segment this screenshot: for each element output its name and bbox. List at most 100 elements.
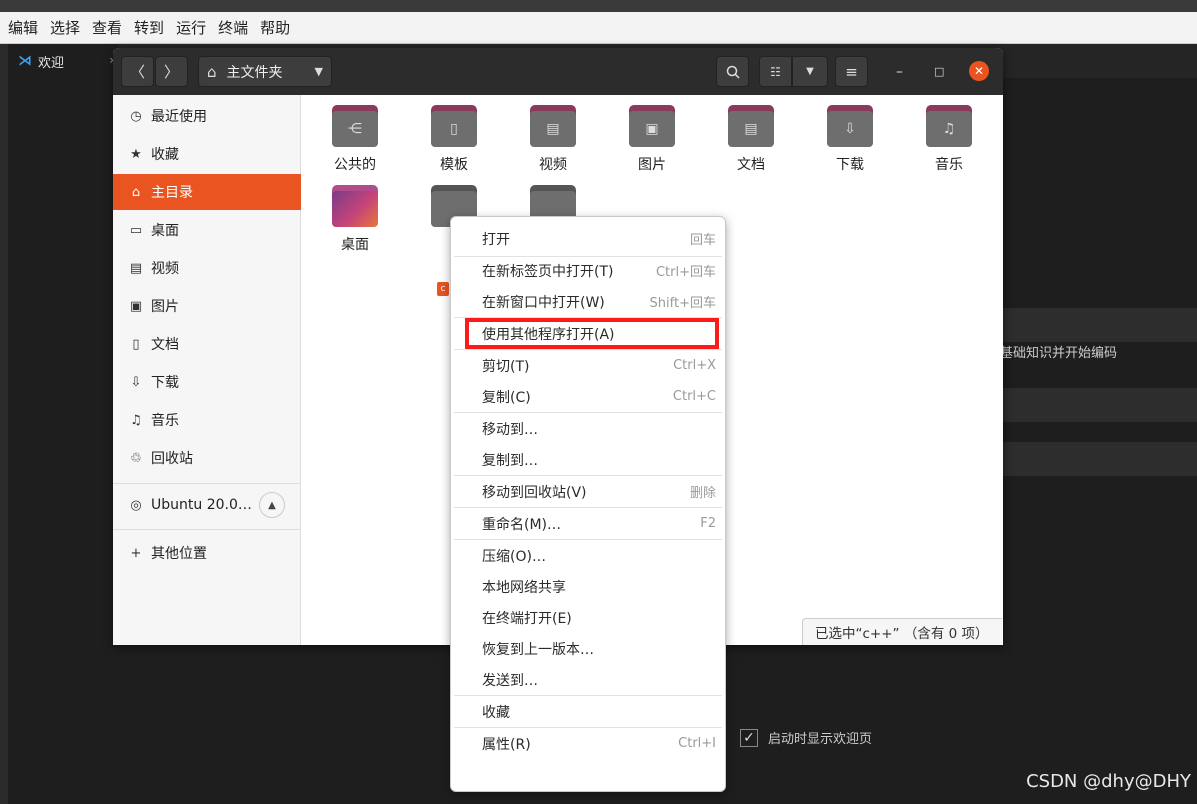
menu-item-rename[interactable]: 重命名(M)… F2	[451, 508, 725, 539]
document-icon: ▯	[132, 336, 140, 352]
sidebar-item-recent[interactable]: ◷ 最近使用	[113, 98, 301, 134]
path-bar-button[interactable]: ⌂ 主文件夹 ▼	[198, 56, 332, 87]
close-window-button[interactable]: ✕	[969, 61, 989, 81]
menu-item-copy-to[interactable]: 复制到…	[451, 444, 725, 475]
folder-item[interactable]: ▤ 文档	[711, 105, 791, 174]
welcome-panel-row[interactable]	[1000, 388, 1197, 422]
sidebar-item-videos[interactable]: ▤ 视频	[113, 250, 301, 286]
menu-item-cut[interactable]: 剪切(T) Ctrl+X	[451, 350, 725, 381]
show-welcome-checkbox[interactable]: ✓ 启动时显示欢迎页	[740, 728, 872, 747]
trash-icon: ♲	[130, 450, 142, 466]
menu-run[interactable]: 运行	[176, 17, 206, 38]
menu-item-send-to[interactable]: 发送到…	[451, 664, 725, 695]
hamburger-icon: ≡	[845, 62, 858, 81]
menu-item-shortcut: Ctrl+X	[673, 358, 716, 373]
menu-selection[interactable]: 选择	[50, 17, 80, 38]
welcome-panel-row[interactable]	[1000, 442, 1197, 476]
menu-item-star[interactable]: 收藏	[451, 696, 725, 727]
sidebar-item-label: 最近使用	[151, 109, 207, 125]
sidebar-divider	[113, 483, 301, 484]
menu-item-label: 在新窗口中打开(W)	[482, 294, 605, 311]
menu-item-copy[interactable]: 复制(C) Ctrl+C	[451, 381, 725, 412]
forward-button[interactable]: 〉	[155, 56, 188, 87]
folder-label: 下载	[836, 157, 864, 173]
sidebar-item-trash[interactable]: ♲ 回收站	[113, 440, 301, 476]
eject-button[interactable]: ▲	[259, 492, 285, 518]
menu-item-open-in-terminal[interactable]: 在终端打开(E)	[451, 602, 725, 633]
menu-edit[interactable]: 编辑	[8, 17, 38, 38]
menu-button[interactable]: ≡	[835, 56, 868, 87]
tab-welcome[interactable]: ⋊ 欢迎 ›	[8, 44, 118, 78]
menu-item-label: 恢复到上一版本…	[482, 641, 594, 658]
sidebar-item-documents[interactable]: ▯ 文档	[113, 326, 301, 362]
folder-item[interactable]: ⋲ 公共的	[315, 105, 395, 174]
menu-item-properties[interactable]: 属性(R) Ctrl+I	[451, 728, 725, 759]
welcome-panel-row[interactable]	[1000, 308, 1197, 342]
home-icon: ⌂	[207, 62, 217, 81]
folder-label: 图片	[638, 157, 666, 173]
sidebar-item-music[interactable]: ♫ 音乐	[113, 402, 301, 438]
folder-item[interactable]: ▯ 模板	[414, 105, 494, 174]
menu-item-label: 打开	[482, 231, 510, 248]
menu-item-shortcut: F2	[700, 516, 716, 531]
view-options-button[interactable]: ▼	[792, 56, 828, 87]
search-button[interactable]	[716, 56, 749, 87]
menu-help[interactable]: 帮助	[260, 17, 290, 38]
plus-icon: +	[130, 545, 142, 561]
menu-item-compress[interactable]: 压缩(O)…	[451, 540, 725, 571]
folder-item[interactable]: ▣ 图片	[612, 105, 692, 174]
menu-go[interactable]: 转到	[134, 17, 164, 38]
vscode-logo-icon: ⋊	[18, 53, 32, 69]
folder-item[interactable]: ⇩ 下载	[810, 105, 890, 174]
sidebar-item-other-locations[interactable]: + 其他位置	[113, 535, 301, 571]
menu-item-label: 发送到…	[482, 672, 538, 689]
chevron-left-icon: 〈	[129, 63, 145, 81]
menu-item-shortcut: Ctrl+回车	[655, 265, 716, 280]
menu-item-move-to-trash[interactable]: 移动到回收站(V) 删除	[451, 476, 725, 507]
music-icon: ♫	[130, 412, 142, 428]
disc-icon: ◎	[130, 497, 142, 513]
video-icon: ▤	[129, 260, 143, 276]
vscode-menubar: 编辑 选择 查看 转到 运行 终端 帮助	[0, 12, 1197, 44]
sidebar-item-downloads[interactable]: ⇩ 下载	[113, 364, 301, 400]
folder-label: 公共的	[334, 157, 376, 173]
minimize-button[interactable]: –	[896, 64, 903, 80]
menu-item-open-new-tab[interactable]: 在新标签页中打开(T) Ctrl+回车	[451, 255, 725, 286]
folder-label: 桌面	[341, 237, 369, 253]
menu-item-move-to[interactable]: 移动到…	[451, 413, 725, 444]
sidebar-divider	[113, 529, 301, 530]
eject-icon: ▲	[268, 499, 276, 511]
music-icon: ♫	[926, 111, 972, 147]
home-icon: ⌂	[131, 184, 141, 200]
sidebar-item-label: 文档	[151, 337, 179, 353]
menu-item-revert-version[interactable]: 恢复到上一版本…	[451, 633, 725, 664]
menu-item-open-new-window[interactable]: 在新窗口中打开(W) Shift+回车	[451, 286, 725, 317]
menu-item-network-share[interactable]: 本地网络共享	[451, 571, 725, 602]
folder-item[interactable]: ▤ 视频	[513, 105, 593, 174]
folder-item[interactable]: 桌面	[315, 185, 395, 254]
vscode-activity-bar	[0, 44, 8, 804]
checkmark-icon[interactable]: ✓	[740, 728, 758, 747]
menu-item-label: 收藏	[482, 704, 510, 721]
sidebar-item-pictures[interactable]: ▣ 图片	[113, 288, 301, 324]
folder-label: 文档	[737, 157, 765, 173]
download-icon: ⇩	[827, 111, 873, 147]
maximize-button[interactable]: □	[934, 65, 944, 78]
menu-view[interactable]: 查看	[92, 17, 122, 38]
vscode-title-strip	[0, 0, 1197, 12]
menu-item-shortcut: Ctrl+C	[672, 389, 716, 404]
sidebar-item-starred[interactable]: ★ 收藏	[113, 136, 301, 172]
sidebar-item-home[interactable]: ⌂ 主目录	[113, 174, 301, 210]
menu-item-label: 在终端打开(E)	[482, 610, 572, 627]
menu-item-label: 属性(R)	[482, 736, 531, 753]
menu-terminal[interactable]: 终端	[218, 17, 248, 38]
sidebar-item-label: 回收站	[151, 451, 193, 467]
menu-item-label: 剪切(T)	[482, 358, 530, 375]
menu-item-open[interactable]: 打开 回车	[451, 223, 725, 254]
share-icon: ⋲	[332, 111, 378, 147]
back-button[interactable]: 〈	[121, 56, 154, 87]
template-icon: ▯	[431, 111, 477, 147]
view-list-button[interactable]: ☷	[759, 56, 792, 87]
folder-item[interactable]: ♫ 音乐	[909, 105, 989, 174]
sidebar-item-desktop[interactable]: ▭ 桌面	[113, 212, 301, 248]
